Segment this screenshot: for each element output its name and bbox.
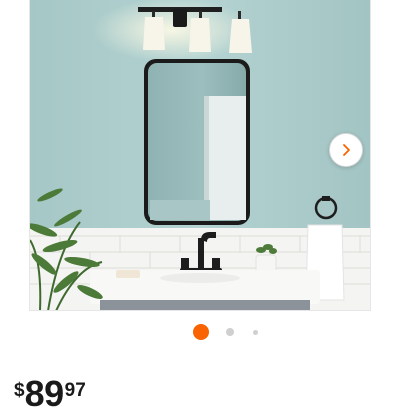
next-image-button[interactable] [329, 133, 363, 167]
product-image-gallery [0, 0, 400, 312]
product-price: $8997 [14, 374, 86, 414]
carousel-dot[interactable] [253, 330, 258, 335]
chevron-right-icon [343, 144, 350, 156]
carousel-dot-active[interactable] [193, 324, 209, 340]
product-image-frame[interactable] [29, 0, 371, 311]
price-currency: $ [14, 380, 25, 401]
product-image[interactable] [30, 0, 371, 311]
price-dollars: 89 [24, 373, 65, 414]
carousel-pagination [0, 322, 400, 342]
carousel-dot[interactable] [226, 328, 234, 336]
price-cents: 97 [64, 380, 86, 401]
